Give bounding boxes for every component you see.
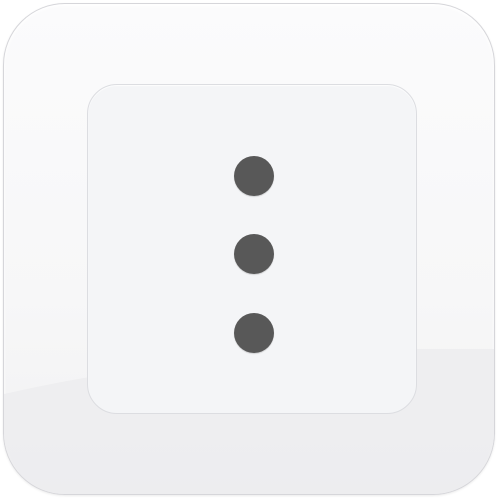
more-vertical-icon [88,85,416,413]
dot-middle [234,234,274,274]
dot-top [234,156,274,196]
dot-bottom [234,313,274,353]
app-icon-tile[interactable] [3,3,495,495]
icon-canvas [0,0,500,500]
inner-panel [87,84,417,414]
